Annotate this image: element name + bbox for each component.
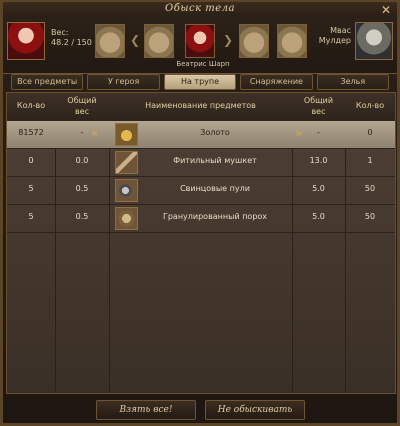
portrait-header: Вес: 48.2 / 150 ❮ ❯ Беатрис Шарп Мвас Му… (3, 18, 397, 74)
row-weight-left: - (80, 128, 84, 137)
row-weight-right: 13.0 (309, 156, 328, 165)
filter-tabs: Все предметы У героя На трупе Снаряжение… (3, 74, 397, 90)
header-qty-left: Кол-во (16, 101, 46, 110)
row-weight-right: - (317, 128, 320, 137)
active-character-slot[interactable] (185, 24, 215, 58)
target-name-line2: Мулдер (318, 36, 351, 45)
row-qty-right: 0 (367, 128, 373, 137)
close-icon[interactable]: ✕ (379, 3, 393, 17)
header-weight-left-line1: Общий (67, 96, 97, 105)
table-header: Кол-во Общий вес Наименование предметов … (7, 93, 395, 122)
row-qty-left: 5 (28, 212, 34, 221)
take-all-button[interactable]: Взять все! (96, 400, 196, 420)
table-row[interactable]: 5 0.5 Гранулированный порох 5.0 50 (7, 205, 395, 233)
row-weight-right: 5.0 (312, 212, 325, 221)
weight-label: Вес: (51, 28, 69, 37)
row-item-name: Фитильный мушкет (173, 156, 257, 165)
row-qty-right: 1 (367, 156, 373, 165)
row-weight-left: 0.5 (75, 184, 89, 193)
dont-search-button[interactable]: Не обыскивать (205, 400, 305, 420)
table-row[interactable]: 0 0.0 Фитильный мушкет 13.0 1 (7, 149, 395, 177)
table-row[interactable]: 81572 - « Золото » - 0 (7, 121, 395, 149)
bullets-icon (115, 179, 138, 202)
slot-left-arrow-icon[interactable]: ❮ (126, 33, 144, 47)
row-item-name: Золото (200, 128, 230, 137)
active-character-name: Беатрис Шарп (176, 60, 230, 68)
transfer-left-icon[interactable]: « (91, 126, 98, 140)
row-item-name: Свинцовые пули (180, 184, 250, 193)
musket-icon (115, 151, 138, 174)
weight-value: 48.2 / 150 (51, 38, 92, 47)
gold-icon (115, 123, 138, 146)
target-name-line1: Мвас (330, 26, 351, 35)
companion-slot-3[interactable] (239, 24, 269, 58)
table-row[interactable]: 5 0.5 Свинцовые пули 5.0 50 (7, 177, 395, 205)
row-item-name: Гранулированный порох (162, 212, 268, 221)
slot-right-arrow-icon[interactable]: ❯ (219, 33, 237, 47)
header-weight-right-line1: Общий (303, 96, 334, 105)
tab-all-items[interactable]: Все предметы (11, 74, 84, 90)
header-qty-right: Кол-во (355, 101, 385, 110)
header-item-name: Наименование предметов (145, 101, 256, 110)
header-weight-right-line2: вес (311, 107, 326, 116)
tab-corpse[interactable]: На трупе (163, 74, 237, 90)
row-qty-left: 5 (28, 184, 34, 193)
row-weight-left: 0.5 (75, 212, 89, 221)
row-qty-left: 0 (28, 156, 34, 165)
companion-slot-4[interactable] (277, 24, 307, 58)
items-table: Кол-во Общий вес Наименование предметов … (6, 92, 396, 394)
row-qty-right: 50 (364, 184, 376, 193)
header-weight-left-line2: вес (74, 107, 90, 116)
row-weight-right: 5.0 (312, 184, 325, 193)
companion-slot-2[interactable] (144, 24, 174, 58)
companion-slot-1[interactable] (95, 24, 125, 58)
player-portrait (7, 22, 45, 60)
row-qty-left: 81572 (18, 128, 44, 137)
target-portrait (355, 22, 393, 60)
gunpowder-icon (115, 207, 138, 230)
tab-potions[interactable]: Зелья (316, 74, 390, 90)
row-weight-left: 0.0 (75, 156, 89, 165)
window-title: Обыск тела (165, 3, 235, 14)
row-qty-right: 50 (364, 212, 376, 221)
tab-hero[interactable]: У героя (87, 74, 160, 90)
title-bar: Обыск тела ✕ (3, 2, 397, 19)
tab-equipment[interactable]: Снаряжение (240, 74, 313, 90)
